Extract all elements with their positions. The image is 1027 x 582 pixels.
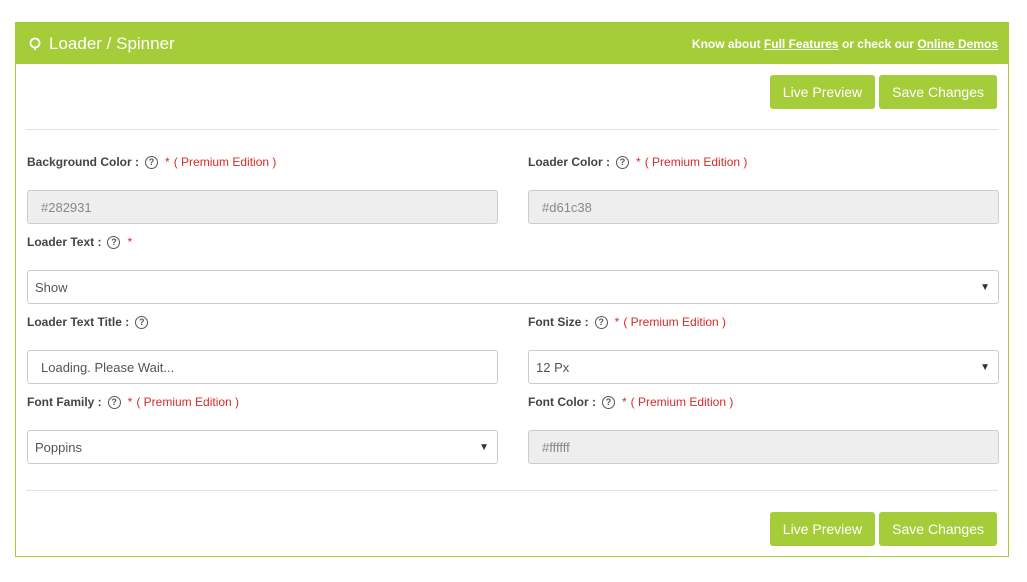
loader-color-label: Loader Color : (528, 155, 611, 169)
font-color-field: Font Color : ? * ( Premium Edition ) #ff… (528, 393, 999, 464)
loader-text-field: Loader Text : ? * Show ▼ (27, 233, 999, 304)
loader-text-title-field: Loader Text Title : ? Loading. Please Wa… (27, 313, 498, 384)
loader-text-title-input[interactable]: Loading. Please Wait... (27, 350, 498, 384)
live-preview-button[interactable]: Live Preview (769, 75, 876, 109)
online-demos-link[interactable]: Online Demos (917, 37, 998, 51)
loader-text-title-value: Loading. Please Wait... (41, 359, 175, 375)
font-family-field: Font Family : ? * ( Premium Edition ) Po… (27, 393, 498, 464)
loader-color-field: Loader Color : ? * ( Premium Edition ) #… (528, 153, 999, 224)
premium-edition-note: ( Premium Edition ) (623, 315, 727, 329)
save-changes-button[interactable]: Save Changes (879, 512, 997, 546)
help-icon[interactable]: ? (107, 235, 121, 249)
premium-edition-note: ( Premium Edition ) (644, 155, 748, 169)
font-family-value: Poppins (35, 439, 82, 455)
font-color-input[interactable]: #ffffff (528, 430, 999, 464)
required-mark: * (621, 395, 627, 409)
font-size-value: 12 Px (536, 359, 570, 375)
loader-text-label: Loader Text : (27, 235, 102, 249)
spinner-icon (28, 37, 42, 51)
panel-title-text: Loader / Spinner (49, 33, 175, 53)
premium-edition-note: ( Premium Edition ) (630, 395, 734, 409)
caret-down-icon: ▼ (479, 441, 489, 453)
header-links-prefix: Know about (691, 36, 764, 51)
font-size-label: Font Size : (528, 315, 589, 329)
help-icon[interactable]: ? (601, 395, 615, 409)
help-icon[interactable]: ? (135, 315, 149, 329)
help-icon[interactable]: ? (107, 395, 121, 409)
required-mark: * (614, 315, 620, 329)
help-icon[interactable]: ? (145, 155, 159, 169)
font-color-label: Font Color : (528, 395, 596, 409)
bottom-actions: Live Preview Save Changes (769, 512, 997, 546)
loader-text-title-label: Loader Text Title : (27, 315, 130, 329)
background-color-label: Background Color : (27, 155, 140, 169)
required-mark: * (127, 235, 133, 249)
divider (26, 129, 998, 130)
font-size-select[interactable]: 12 Px ▼ (528, 350, 999, 384)
header-links-middle: or check our (838, 36, 918, 51)
top-actions: Live Preview Save Changes (769, 75, 997, 109)
save-changes-button[interactable]: Save Changes (879, 75, 997, 109)
background-color-field: Background Color : ? * ( Premium Edition… (27, 153, 498, 224)
caret-down-icon: ▼ (980, 281, 990, 293)
panel-title: Loader / Spinner (28, 34, 175, 54)
help-icon[interactable]: ? (594, 315, 608, 329)
loader-text-select[interactable]: Show ▼ (27, 270, 999, 304)
loader-color-input[interactable]: #d61c38 (528, 190, 999, 224)
font-family-select[interactable]: Poppins ▼ (27, 430, 498, 464)
required-mark: * (636, 155, 641, 169)
loader-color-value: #d61c38 (542, 199, 592, 215)
required-mark: * (165, 155, 170, 169)
full-features-link[interactable]: Full Features (764, 37, 839, 51)
background-color-value: #282931 (41, 199, 92, 215)
premium-edition-note: ( Premium Edition ) (173, 155, 277, 169)
font-family-label: Font Family : (27, 395, 102, 409)
help-icon[interactable]: ? (616, 155, 630, 169)
premium-edition-note: ( Premium Edition ) (136, 395, 240, 409)
loader-text-value: Show (35, 279, 68, 295)
header-links: Know about Full Features or check our On… (692, 37, 998, 51)
required-mark: * (127, 395, 133, 409)
background-color-input[interactable]: #282931 (27, 190, 498, 224)
font-color-value: #ffffff (542, 439, 570, 455)
panel-header: Loader / Spinner Know about Full Feature… (16, 23, 1008, 64)
caret-down-icon: ▼ (980, 361, 990, 373)
live-preview-button[interactable]: Live Preview (769, 512, 876, 546)
font-size-field: Font Size : ? * ( Premium Edition ) 12 P… (528, 313, 999, 384)
divider (26, 490, 998, 491)
loader-settings-panel: Loader / Spinner Know about Full Feature… (15, 22, 1009, 557)
